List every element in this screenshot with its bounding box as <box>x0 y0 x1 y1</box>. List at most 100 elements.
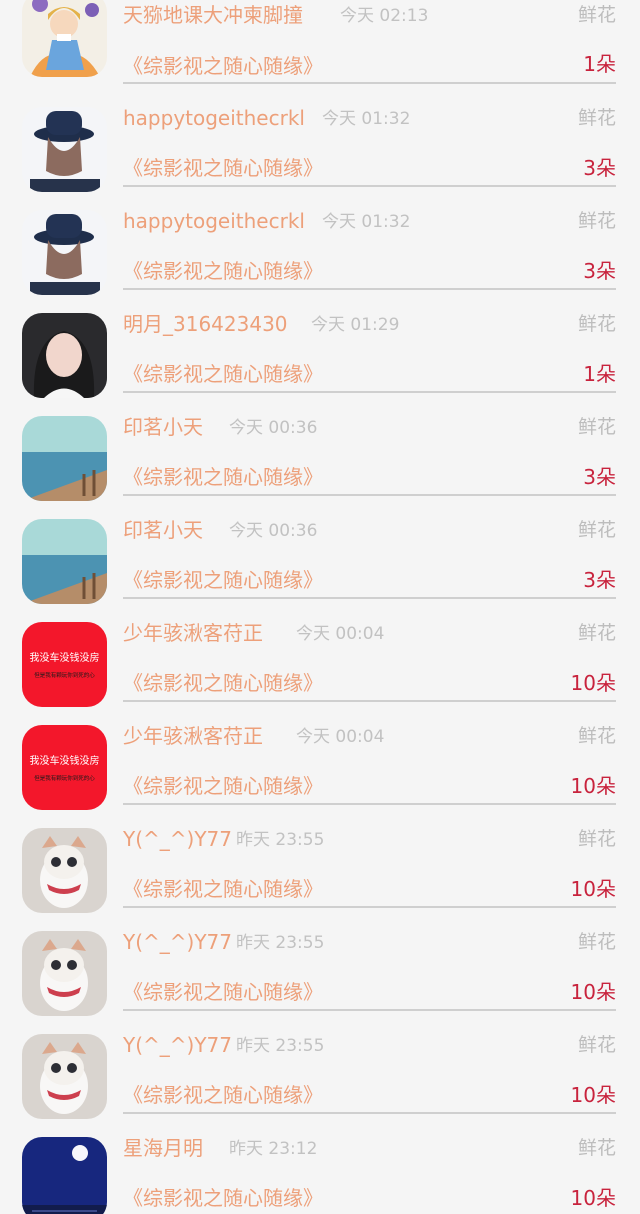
user-name[interactable]: 少年骇湫客苻正 <box>123 719 263 753</box>
gift-count: 10朵 <box>570 1186 616 1210</box>
gift-count: 10朵 <box>570 877 616 901</box>
user-name[interactable]: Y(^_^)Y77 <box>123 822 232 856</box>
user-name[interactable]: 天猕地课大冲柬脚撞 <box>123 0 303 32</box>
user-name[interactable]: Y(^_^)Y77 <box>123 1028 232 1062</box>
row-divider <box>123 906 616 908</box>
gift-time: 今天 00:36 <box>229 521 318 541</box>
work-title[interactable]: 《综影视之随心随缘》 <box>123 769 323 803</box>
avatar-text-line1: 我没车没钱没房 <box>30 754 100 767</box>
gift-time: 今天 02:13 <box>340 6 429 26</box>
row-divider <box>123 803 616 805</box>
work-title[interactable]: 《综影视之随心随缘》 <box>123 1078 323 1112</box>
gift-type-label: 鲜花 <box>577 107 616 129</box>
gift-count: 10朵 <box>570 980 616 1004</box>
gift-time: 今天 00:36 <box>229 418 318 438</box>
flower-gift-list: 天猕地课大冲柬脚撞 今天 02:13 鲜花 《综影视之随心随缘》 1朵 happ… <box>0 0 640 1214</box>
work-title[interactable]: 《综影视之随心随缘》 <box>123 254 323 288</box>
gift-record-row[interactable]: 明月_316423430 今天 01:29 鲜花 《综影视之随心随缘》 1朵 <box>0 307 640 410</box>
gift-record-row[interactable]: 星海月明 昨天 23:12 鲜花 《综影视之随心随缘》 10朵 <box>0 1131 640 1214</box>
avatar-text-line1: 我没车没钱没房 <box>30 651 100 664</box>
gift-time: 昨天 23:55 <box>236 830 325 850</box>
user-avatar[interactable]: 我没车没钱没房 但是我有颗玩你到死的心 <box>22 725 107 810</box>
user-avatar[interactable] <box>22 210 107 295</box>
gift-record-row[interactable]: happytogeithecrkl 今天 01:32 鲜花 《综影视之随心随缘》… <box>0 204 640 307</box>
gift-type-label: 鲜花 <box>577 4 616 26</box>
user-name[interactable]: happytogeithecrkl <box>123 101 305 135</box>
work-title[interactable]: 《综影视之随心随缘》 <box>123 49 323 83</box>
user-avatar[interactable] <box>22 931 107 1016</box>
work-title[interactable]: 《综影视之随心随缘》 <box>123 975 323 1009</box>
gift-count: 1朵 <box>583 52 616 76</box>
row-divider <box>123 391 616 393</box>
gift-type-label: 鲜花 <box>577 1137 616 1159</box>
user-avatar[interactable] <box>22 416 107 501</box>
gift-time: 今天 01:29 <box>311 315 400 335</box>
work-title[interactable]: 《综影视之随心随缘》 <box>123 563 323 597</box>
gift-time: 昨天 23:55 <box>236 933 325 953</box>
row-divider <box>123 1112 616 1114</box>
gift-type-label: 鲜花 <box>577 931 616 953</box>
row-divider <box>123 185 616 187</box>
gift-count: 3朵 <box>583 465 616 489</box>
row-divider <box>123 494 616 496</box>
avatar-text-line2: 但是我有颗玩你到死的心 <box>34 671 95 679</box>
row-divider <box>123 700 616 702</box>
gift-time: 昨天 23:12 <box>229 1139 318 1159</box>
row-divider <box>123 82 616 84</box>
gift-count: 10朵 <box>570 671 616 695</box>
gift-record-row[interactable]: 天猕地课大冲柬脚撞 今天 02:13 鲜花 《综影视之随心随缘》 1朵 <box>0 0 640 103</box>
gift-count: 3朵 <box>583 156 616 180</box>
gift-record-row[interactable]: Y(^_^)Y77 昨天 23:55 鲜花 《综影视之随心随缘》 10朵 <box>0 822 640 925</box>
user-avatar[interactable] <box>22 519 107 604</box>
work-title[interactable]: 《综影视之随心随缘》 <box>123 357 323 391</box>
user-name[interactable]: Y(^_^)Y77 <box>123 925 232 959</box>
gift-record-row[interactable]: 印茗小天 今天 00:36 鲜花 《综影视之随心随缘》 3朵 <box>0 410 640 513</box>
user-avatar[interactable] <box>22 0 107 77</box>
row-divider <box>123 597 616 599</box>
row-divider <box>123 288 616 290</box>
user-avatar[interactable] <box>22 828 107 913</box>
gift-count: 3朵 <box>583 259 616 283</box>
gift-record-row[interactable]: Y(^_^)Y77 昨天 23:55 鲜花 《综影视之随心随缘》 10朵 <box>0 1028 640 1131</box>
gift-type-label: 鲜花 <box>577 725 616 747</box>
work-title[interactable]: 《综影视之随心随缘》 <box>123 666 323 700</box>
work-title[interactable]: 《综影视之随心随缘》 <box>123 1181 323 1214</box>
gift-count: 3朵 <box>583 568 616 592</box>
gift-time: 今天 01:32 <box>322 109 411 129</box>
work-title[interactable]: 《综影视之随心随缘》 <box>123 872 323 906</box>
user-name[interactable]: happytogeithecrkl <box>123 204 305 238</box>
user-avatar[interactable] <box>22 1137 107 1214</box>
row-divider <box>123 1009 616 1011</box>
gift-type-label: 鲜花 <box>577 828 616 850</box>
gift-record-row[interactable]: 印茗小天 今天 00:36 鲜花 《综影视之随心随缘》 3朵 <box>0 513 640 616</box>
gift-type-label: 鲜花 <box>577 622 616 644</box>
user-avatar[interactable] <box>22 313 107 398</box>
gift-type-label: 鲜花 <box>577 313 616 335</box>
gift-type-label: 鲜花 <box>577 210 616 232</box>
user-avatar[interactable]: 我没车没钱没房 但是我有颗玩你到死的心 <box>22 622 107 707</box>
gift-record-row[interactable]: happytogeithecrkl 今天 01:32 鲜花 《综影视之随心随缘》… <box>0 101 640 204</box>
gift-count: 10朵 <box>570 1083 616 1107</box>
gift-record-row[interactable]: Y(^_^)Y77 昨天 23:55 鲜花 《综影视之随心随缘》 10朵 <box>0 925 640 1028</box>
work-title[interactable]: 《综影视之随心随缘》 <box>123 151 323 185</box>
user-name[interactable]: 星海月明 <box>123 1131 203 1165</box>
user-avatar[interactable] <box>22 1034 107 1119</box>
gift-type-label: 鲜花 <box>577 519 616 541</box>
gift-record-row[interactable]: 我没车没钱没房 但是我有颗玩你到死的心 少年骇湫客苻正 今天 00:04 鲜花 … <box>0 719 640 822</box>
user-name[interactable]: 印茗小天 <box>123 513 203 547</box>
user-name[interactable]: 少年骇湫客苻正 <box>123 616 263 650</box>
gift-time: 昨天 23:55 <box>236 1036 325 1056</box>
user-name[interactable]: 印茗小天 <box>123 410 203 444</box>
user-name[interactable]: 明月_316423430 <box>123 307 288 341</box>
user-avatar[interactable] <box>22 107 107 192</box>
gift-type-label: 鲜花 <box>577 416 616 438</box>
avatar-text-line2: 但是我有颗玩你到死的心 <box>34 774 95 782</box>
gift-time: 今天 00:04 <box>296 624 385 644</box>
gift-count: 10朵 <box>570 774 616 798</box>
gift-record-row[interactable]: 我没车没钱没房 但是我有颗玩你到死的心 少年骇湫客苻正 今天 00:04 鲜花 … <box>0 616 640 719</box>
gift-time: 今天 00:04 <box>296 727 385 747</box>
work-title[interactable]: 《综影视之随心随缘》 <box>123 460 323 494</box>
gift-time: 今天 01:32 <box>322 212 411 232</box>
gift-count: 1朵 <box>583 362 616 386</box>
gift-type-label: 鲜花 <box>577 1034 616 1056</box>
